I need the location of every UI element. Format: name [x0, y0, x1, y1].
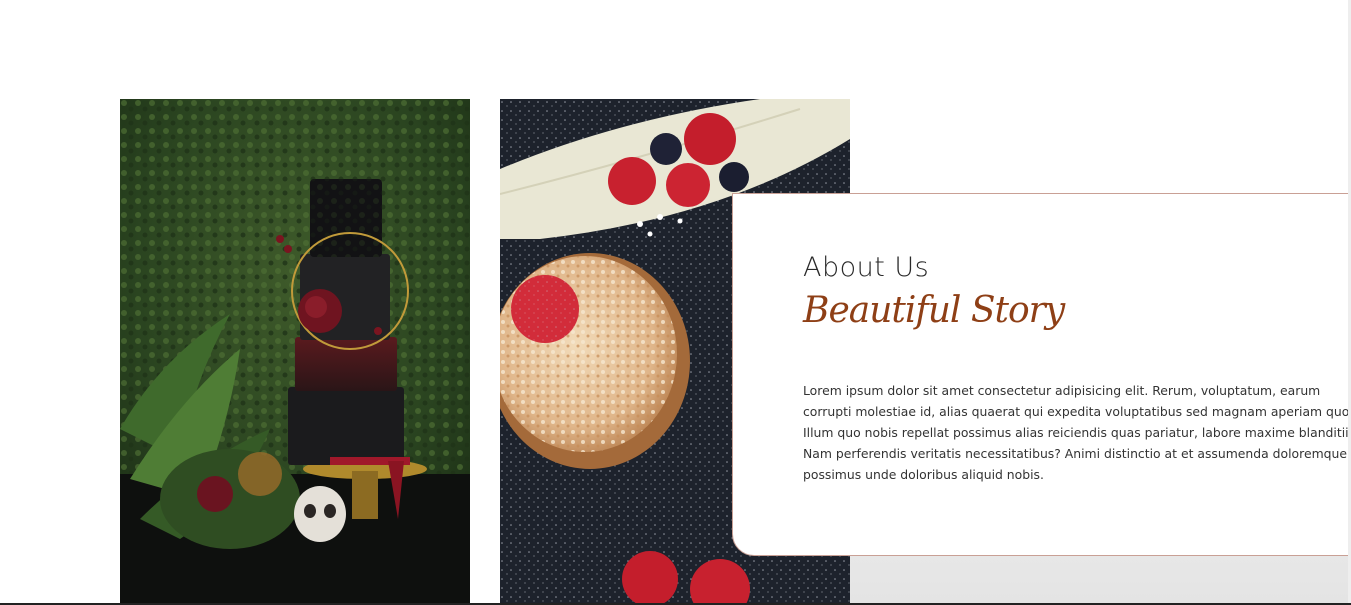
- about-card: About Us Beautiful Story Lorem ipsum dol…: [732, 193, 1351, 556]
- about-body: Lorem ipsum dolor sit amet consectetur a…: [803, 383, 1351, 482]
- tiered-cake-photo: [120, 99, 470, 605]
- about-title: Beautiful Story: [803, 290, 1065, 331]
- about-section: About Us Beautiful Story Lorem ipsum dol…: [0, 0, 1351, 605]
- about-eyebrow: About Us: [803, 252, 930, 283]
